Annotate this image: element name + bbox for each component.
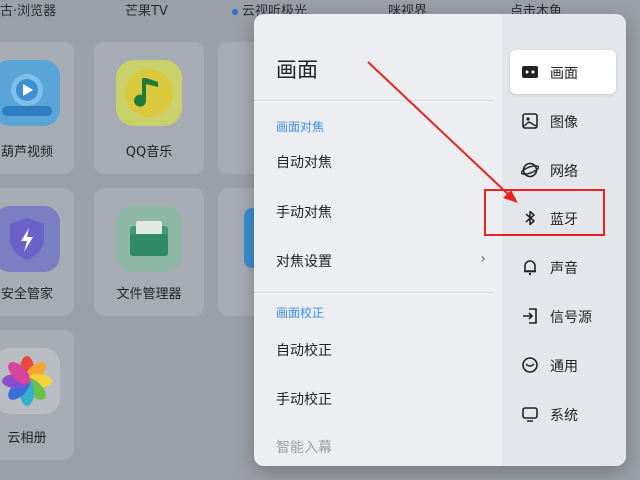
annotation-arrow [367,61,518,203]
